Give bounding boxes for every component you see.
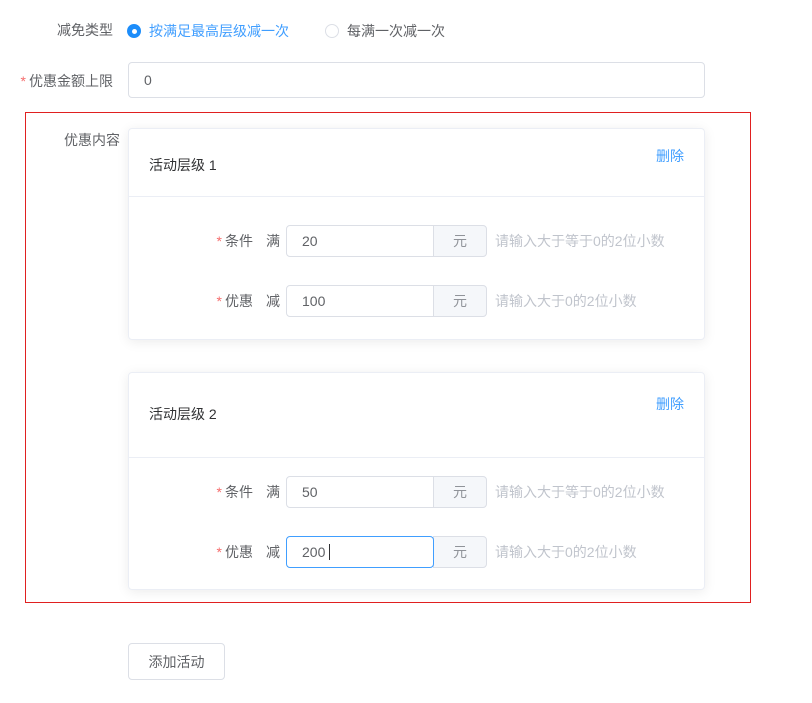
condition-label: * 条件 满: [129, 231, 286, 251]
text-caret: [329, 544, 330, 560]
condition-hint: 请输入大于等于0的2位小数: [495, 482, 665, 502]
discount-input-group: 元: [286, 536, 487, 568]
yuan-unit-suffix: 元: [433, 476, 487, 508]
radio-label: 每满一次减一次: [347, 21, 445, 41]
max-discount-label: *优惠金额上限: [0, 73, 113, 89]
discount-label: * 优惠 减: [129, 291, 286, 311]
tier-2-delete-link[interactable]: 删除: [656, 394, 684, 414]
tier-1-title: 活动层级 1: [149, 155, 217, 175]
condition-label: * 条件 满: [129, 482, 286, 502]
yuan-unit-suffix: 元: [433, 285, 487, 317]
discount-input-group: 元: [286, 285, 487, 317]
radio-every-threshold[interactable]: 每满一次减一次: [325, 21, 445, 41]
yuan-unit-suffix: 元: [433, 225, 487, 257]
tier-2-discount-row: * 优惠 减 元 请输入大于0的2位小数: [129, 536, 704, 568]
tier-1-header: 活动层级 1 删除: [129, 129, 704, 197]
radio-label: 按满足最高层级减一次: [149, 21, 289, 41]
tier-card-1: 活动层级 1 删除 * 条件 满 元 请输入大于等于0的2位小数 * 优惠 减: [128, 128, 705, 340]
discount-content-label: 优惠内容: [0, 130, 120, 150]
tier-2-condition-row: * 条件 满 元 请输入大于等于0的2位小数: [129, 476, 704, 508]
discount-hint: 请输入大于0的2位小数: [495, 542, 637, 562]
tier-1-delete-link[interactable]: 删除: [656, 146, 684, 166]
discount-hint: 请输入大于0的2位小数: [495, 291, 637, 311]
tier-1-condition-input[interactable]: [286, 225, 434, 257]
yuan-unit-suffix: 元: [433, 536, 487, 568]
tier-2-title: 活动层级 2: [149, 404, 217, 424]
condition-connector: 满: [266, 482, 280, 502]
condition-hint: 请输入大于等于0的2位小数: [495, 231, 665, 251]
promotion-form-page: 减免类型 按满足最高层级减一次 每满一次减一次 *优惠金额上限 优惠内容 活动层…: [0, 0, 812, 703]
condition-input-group: 元: [286, 476, 487, 508]
required-asterisk: *: [217, 233, 222, 249]
reduction-type-label: 减免类型: [0, 22, 113, 38]
tier-2-discount-input-focused[interactable]: [286, 536, 434, 568]
discount-label: * 优惠 减: [129, 542, 286, 562]
tier-2-header: 活动层级 2 删除: [129, 373, 704, 458]
reduction-type-radio-group: 按满足最高层级减一次 每满一次减一次: [127, 21, 445, 41]
radio-unselected-icon: [325, 24, 339, 38]
condition-connector: 满: [266, 231, 280, 251]
required-asterisk: *: [217, 484, 222, 500]
tier-card-2: 活动层级 2 删除 * 条件 满 元 请输入大于等于0的2位小数 * 优惠 减: [128, 372, 705, 590]
condition-input-group: 元: [286, 225, 487, 257]
tier-1-discount-row: * 优惠 减 元 请输入大于0的2位小数: [129, 285, 704, 317]
required-asterisk: *: [217, 293, 222, 309]
add-activity-button[interactable]: 添加活动: [128, 643, 225, 680]
tier-1-discount-input[interactable]: [286, 285, 434, 317]
required-asterisk: *: [21, 73, 26, 89]
discount-connector: 减: [266, 542, 280, 562]
radio-selected-icon: [127, 24, 141, 38]
tier-2-condition-input[interactable]: [286, 476, 434, 508]
required-asterisk: *: [217, 544, 222, 560]
discount-connector: 减: [266, 291, 280, 311]
radio-highest-tier-once[interactable]: 按满足最高层级减一次: [127, 21, 289, 41]
max-discount-input[interactable]: [128, 62, 705, 98]
tier-1-condition-row: * 条件 满 元 请输入大于等于0的2位小数: [129, 225, 704, 257]
